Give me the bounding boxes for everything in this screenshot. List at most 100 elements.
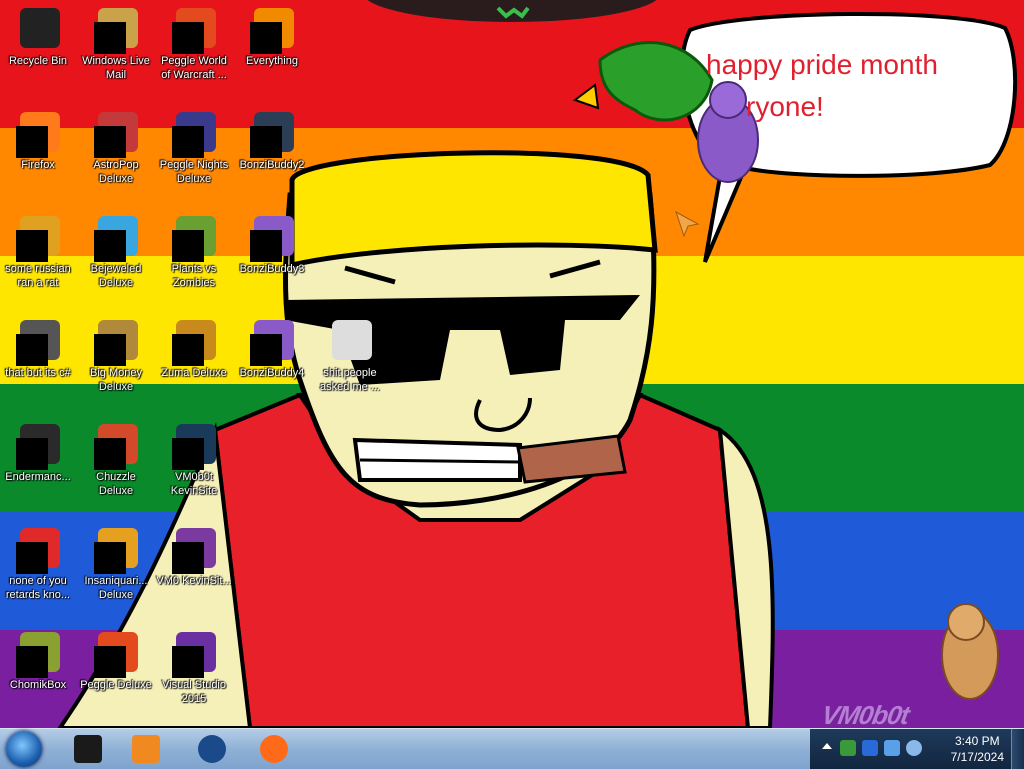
desktop-icon[interactable]: AstroPop Deluxe [78,108,154,186]
redaction-box [94,230,126,262]
chuzzle-icon [92,420,140,470]
desktop-icon-label: shit people asked me ... [320,367,380,393]
desktop-icon[interactable]: Endermanc... [0,420,76,484]
desktop-icon[interactable]: ChomikBox [0,628,76,692]
desktop-icon[interactable]: BonziBuddy3 [234,212,310,276]
explorer-button[interactable] [62,731,114,767]
redaction-box [16,542,48,574]
desktop-icon-label: Peggle Deluxe [80,679,152,691]
desktop-icon[interactable]: VM0 KevinSit... [156,524,232,588]
redaction-box [94,542,126,574]
desktop-icon-label: none of you retards kno... [5,575,71,601]
zuma-icon [170,316,218,366]
desktop-icon-label: Plants vs Zombies [171,263,217,289]
speech-bubble-text: happy pride month ryone! [706,44,996,128]
clock-time: 3:40 PM [954,734,1000,748]
media-player-icon [132,735,160,763]
desktop-icon[interactable]: Peggle Nights Deluxe [156,108,232,186]
desktop-icon[interactable]: Peggle World of Warcraft ... [156,4,232,82]
desktop-icon-label: Windows Live Mail [82,55,150,81]
desktop-icon-label: Visual Studio 2015 [161,679,226,705]
desktop-icon-label: Recycle Bin [8,55,68,67]
firefox-icon [260,735,288,763]
everything-icon [248,4,296,54]
redaction-box [16,230,48,262]
desktop-icon[interactable]: Bejeweled Deluxe [78,212,154,290]
desktop-icon[interactable]: Recycle Bin [0,4,76,68]
desktop-icon-label: BonziBuddy3 [239,263,305,275]
redaction-box [16,334,48,366]
desktop-icon[interactable]: Insaniquari... Deluxe [78,524,154,602]
astropop-icon [92,108,140,158]
clock[interactable]: 3:40 PM 7/17/2024 [951,733,1004,765]
desktop-icon[interactable]: Firefox [0,108,76,172]
terminal-icon [14,420,62,470]
speech-line-2: ryone! [746,91,824,122]
peggle-nights-icon [170,108,218,158]
desktop-icon-label: Zuma Deluxe [161,367,227,379]
media-player-button[interactable] [120,731,172,767]
desktop-icon-label: Peggle Nights Deluxe [159,159,229,185]
show-desktop-button[interactable] [1011,729,1024,769]
chrome-icon [14,524,62,574]
recycle-bin-icon [14,4,62,52]
desktop-icon-label: VM0 KevinSit... [156,575,232,587]
volume-icon[interactable] [906,740,922,756]
redaction-box [16,646,48,678]
redaction-box [94,334,126,366]
desktop-icon-label: VM0b0t KevinSite [170,471,218,497]
peggle-icon [170,4,218,54]
desktop-icon[interactable]: Peggle Deluxe [78,628,154,692]
desktop-icon[interactable]: none of you retards kno... [0,524,76,602]
redaction-box [172,230,204,262]
desktop-icon-label: ChomikBox [9,679,67,691]
redaction-box [16,438,48,470]
system-tray: 3:40 PM 7/17/2024 [810,729,1024,769]
desktop-icon[interactable]: Chuzzle Deluxe [78,420,154,498]
bonzi-icon [248,212,296,262]
desktop-icon[interactable]: VM0b0t KevinSite [156,420,232,498]
bejeweled-icon [92,212,140,262]
redaction-box [250,334,282,366]
desktop-icon[interactable]: Zuma Deluxe [156,316,232,380]
taskbar: 3:40 PM 7/17/2024 [0,728,1024,769]
money-icon [92,316,140,366]
desktop-icon[interactable]: Visual Studio 2015 [156,628,232,706]
redaction-box [172,542,204,574]
tray-app-icon-1[interactable] [840,740,856,756]
redaction-box [16,126,48,158]
redaction-box [172,22,204,54]
redaction-box [94,646,126,678]
desktop-icon[interactable]: Plants vs Zombies [156,212,232,290]
clock-date: 7/17/2024 [950,750,1004,764]
desktop-icon[interactable]: that but its c# [0,316,76,380]
redaction-box [172,646,204,678]
peggle-icon [92,628,140,678]
desktop-icon[interactable]: Everything [234,4,310,68]
desktop-icon[interactable]: BonziBuddy2 [234,108,310,172]
tray-app-icon-2[interactable] [862,740,878,756]
redaction-box [172,438,204,470]
mail-icon [92,4,140,54]
desktop-icon[interactable]: Big Money Deluxe [78,316,154,394]
firefox-button[interactable] [248,731,300,767]
desktop-icon[interactable]: shit people asked me ... [312,316,388,394]
visual-studio-icon [170,628,218,678]
globe-icon [198,735,226,763]
desktop-icon[interactable]: BonziBuddy4 [234,316,310,380]
stack-icon [14,316,62,366]
rat-icon [14,212,62,262]
internet-button[interactable] [186,731,238,767]
folder-icon [248,108,296,158]
desktop-icon-label: BonziBuddy4 [239,367,305,379]
show-hidden-icons-icon[interactable] [822,743,832,749]
desktop-icon[interactable]: Windows Live Mail [78,4,154,82]
redaction-box [94,22,126,54]
desktop-icon-label: AstroPop Deluxe [93,159,139,185]
network-icon[interactable] [884,740,900,756]
bonzi-icon [248,316,296,366]
desktop-icon[interactable]: some russian ran a rat [0,212,76,290]
redaction-box [94,438,126,470]
desktop[interactable]: happy pride month ryone! VM0b0t Recycle … [0,0,1024,728]
start-button[interactable] [6,731,42,767]
